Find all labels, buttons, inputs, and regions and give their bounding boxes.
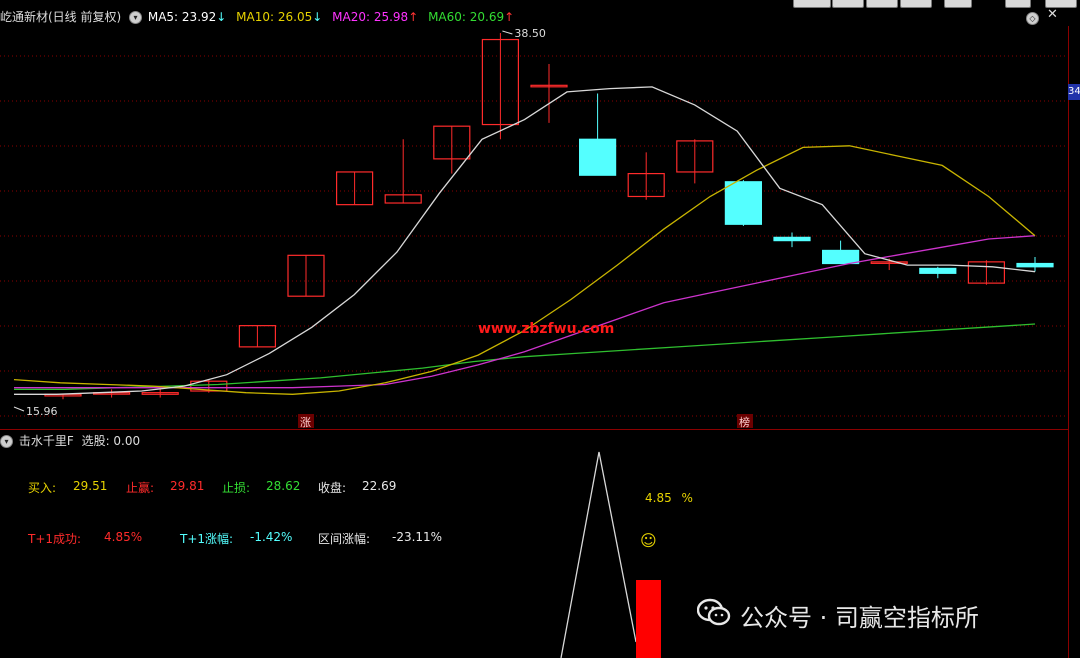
signal-bar — [636, 580, 661, 658]
menu-tab[interactable] — [900, 0, 932, 8]
menu-tab[interactable] — [832, 0, 864, 8]
target-value: 29.81 — [170, 479, 205, 493]
ma20-legend: MA20: 25.98↑ — [332, 10, 419, 24]
candle-down — [821, 249, 860, 265]
menu-tab[interactable] — [866, 0, 898, 8]
candle-down — [578, 138, 617, 176]
t1-change-value: -1.42% — [250, 530, 293, 544]
buy-value: 29.51 — [73, 479, 108, 493]
close-label: 收盘: — [318, 481, 347, 495]
smiley-icon: ☺ — [640, 531, 657, 550]
ma5-legend: MA5: 23.92↓ — [147, 10, 227, 24]
indicator-title: 击水千里F — [18, 434, 74, 448]
indicator-toggle-icon[interactable]: ▾ — [0, 435, 13, 448]
signal-value-label: 4.85 % — [645, 491, 693, 505]
site-watermark: www.zbzfwu.com — [478, 321, 614, 337]
candle-down — [1016, 262, 1054, 268]
signal-line — [560, 451, 637, 658]
t1-change-label: T+1涨幅: — [180, 532, 234, 546]
range-label: 区间涨幅: — [318, 532, 371, 546]
marker-zhang: 涨 — [300, 416, 311, 428]
low-price-label: 15.96 — [26, 405, 58, 418]
target-label: 止赢: — [126, 481, 155, 495]
indicator-title-row: ▾ 击水千里F 选股: 0.00 — [0, 432, 140, 449]
wechat-icon — [696, 598, 731, 628]
t1-success-label: T+1成功: — [28, 532, 82, 546]
t1-success-value: 4.85% — [104, 530, 143, 544]
stock-title: 屹通新材(日线 前复权) — [0, 10, 122, 24]
restore-icon[interactable]: ◇ — [1026, 12, 1039, 25]
ma60-legend: MA60: 20.69↑ — [428, 10, 515, 24]
range-value: -23.11% — [392, 530, 443, 544]
high-price-label: 38.50 — [514, 27, 546, 40]
low-price-pointer — [13, 406, 25, 412]
buy-label: 买入: — [28, 481, 57, 495]
settings-toggle-icon[interactable]: ▾ — [129, 11, 143, 24]
menu-tab[interactable] — [793, 0, 831, 8]
ma-legend: 屹通新材(日线 前复权) ▾ MA5: 23.92↓ MA10: 26.05↓ … — [0, 8, 514, 25]
stop-value: 28.62 — [266, 479, 301, 493]
candle-down — [773, 236, 811, 242]
indicator-subtitle: 选股: 0.00 — [81, 434, 141, 448]
candlestick-chart[interactable]: 38.50 15.96 www.zbzfwu.com 涨 榜 — [0, 26, 1068, 428]
stop-label: 止损: — [222, 481, 251, 495]
watermark-text: 公众号 · 司赢空指标所 — [740, 604, 979, 632]
menu-tab[interactable] — [944, 0, 972, 8]
price-axis-badge: 34 — [1068, 84, 1080, 100]
menu-tab[interactable] — [1005, 0, 1031, 8]
ma5-line — [14, 86, 1036, 395]
candle-down — [724, 181, 763, 225]
close-value: 22.69 — [362, 479, 397, 493]
candle-down — [919, 267, 957, 274]
price-axis[interactable] — [1068, 26, 1080, 658]
high-price-pointer — [502, 30, 513, 35]
marker-bang: 榜 — [739, 415, 750, 428]
ma10-legend: MA10: 26.05↓ — [236, 10, 323, 24]
close-icon[interactable]: ✕ — [1047, 7, 1058, 22]
